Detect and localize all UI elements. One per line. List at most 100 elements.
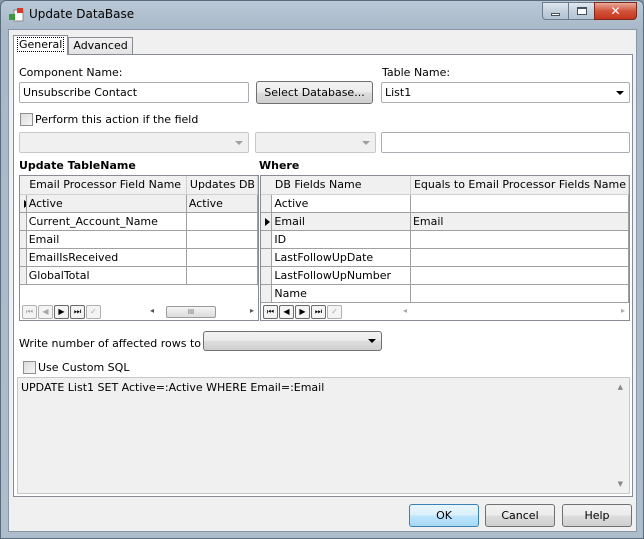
where-grid-table: DB Fields Name Equals to Email Processor…	[261, 176, 629, 303]
row-indicator[interactable]	[261, 194, 273, 213]
tab-general[interactable]: General	[13, 35, 69, 55]
where-grid-hscrollbar[interactable]: ◂ ▸	[401, 305, 627, 319]
cell-field[interactable]: EmailIsReceived	[26, 248, 187, 267]
post-button[interactable]: ✓	[86, 304, 101, 319]
cell-equals[interactable]: Email	[410, 212, 629, 231]
cell-equals[interactable]	[410, 266, 629, 285]
condition-operator-combo[interactable]	[255, 132, 376, 153]
next-record-icon: ▶	[58, 307, 65, 316]
row-indicator[interactable]	[261, 248, 273, 267]
database-update-icon	[9, 8, 24, 22]
tab-general-label: General	[16, 37, 65, 52]
row-indicator[interactable]	[20, 248, 27, 267]
help-button[interactable]: Help	[562, 504, 632, 527]
table-row[interactable]: Current_Account_Name	[20, 212, 258, 231]
scroll-left-icon[interactable]: ◂	[403, 306, 407, 315]
use-custom-sql-checkbox[interactable]	[23, 361, 36, 374]
last-record-button[interactable]: ⏭	[70, 304, 85, 319]
cell-updates[interactable]	[186, 248, 258, 267]
cell-field[interactable]: Email	[26, 230, 187, 249]
condition-value-input[interactable]	[381, 132, 630, 153]
row-indicator[interactable]	[261, 230, 273, 249]
chevron-down-icon	[235, 141, 243, 145]
table-row[interactable]: Email	[20, 230, 258, 249]
sql-text-area[interactable]: UPDATE List1 SET Active=:Active WHERE Em…	[17, 377, 630, 494]
column-header[interactable]: Updates DB	[186, 176, 258, 195]
prior-record-button[interactable]: ◀	[38, 304, 53, 319]
cell-field[interactable]: Email	[271, 212, 411, 231]
caption-buttons: ✕	[542, 2, 637, 20]
last-record-icon: ⏭	[314, 306, 323, 316]
table-row[interactable]: ID	[261, 230, 629, 249]
row-indicator[interactable]	[20, 194, 27, 213]
first-record-button[interactable]: ⏮	[263, 304, 278, 319]
scroll-thumb[interactable]: III	[166, 306, 216, 318]
current-row-icon	[265, 217, 270, 226]
cell-updates[interactable]	[186, 266, 258, 285]
component-name-input[interactable]: Unsubscribe Contact	[19, 82, 249, 103]
row-indicator[interactable]	[261, 284, 273, 303]
cell-updates[interactable]: Active	[186, 194, 258, 213]
row-indicator[interactable]	[261, 266, 273, 285]
cell-field[interactable]: GlobalTotal	[26, 266, 187, 285]
cell-equals[interactable]	[410, 284, 629, 303]
cell-field[interactable]: LastFollowUpNumber	[271, 266, 411, 285]
table-row[interactable]: Email Email	[261, 212, 629, 231]
cell-field[interactable]: Current_Account_Name	[26, 212, 187, 231]
cell-equals[interactable]	[410, 194, 629, 213]
table-row[interactable]: GlobalTotal	[20, 266, 258, 285]
last-record-icon: ⏭	[73, 306, 82, 316]
cell-field[interactable]: LastFollowUpDate	[271, 248, 411, 267]
row-indicator[interactable]	[20, 212, 27, 231]
cell-field[interactable]: Active	[271, 194, 411, 213]
post-button[interactable]: ✓	[327, 304, 342, 319]
scroll-right-icon[interactable]: ▸	[621, 306, 625, 315]
ok-button[interactable]: OK	[409, 504, 479, 527]
row-indicator[interactable]	[20, 230, 27, 249]
maximize-button[interactable]	[568, 2, 594, 20]
tab-advanced[interactable]: Advanced	[68, 37, 133, 54]
column-header[interactable]: DB Fields Name	[271, 176, 411, 195]
column-header[interactable]: Email Processor Field Name	[26, 176, 187, 195]
table-row[interactable]: Active	[261, 194, 629, 213]
column-header[interactable]: Equals to Email Processor Fields Name	[410, 176, 629, 195]
cancel-button[interactable]: Cancel	[485, 504, 555, 527]
row-indicator[interactable]	[261, 212, 273, 231]
next-record-button[interactable]: ▶	[54, 304, 69, 319]
cell-equals[interactable]	[410, 230, 629, 249]
scroll-up-icon[interactable]: ▲	[618, 383, 623, 391]
last-record-button[interactable]: ⏭	[311, 304, 326, 319]
table-name-combo[interactable]: List1	[381, 82, 630, 103]
cell-equals[interactable]	[410, 248, 629, 267]
update-grid-hscrollbar[interactable]: ◂ III ▸	[148, 305, 256, 319]
cell-updates[interactable]	[186, 212, 258, 231]
write-rows-combo[interactable]	[203, 331, 382, 351]
title-bar[interactable]: Update DataBase ✕	[1, 1, 643, 29]
first-record-button[interactable]: ⏮	[22, 304, 37, 319]
cell-updates[interactable]	[186, 230, 258, 249]
use-custom-sql-label: Use Custom SQL	[38, 361, 130, 374]
table-row[interactable]: Name	[261, 284, 629, 303]
minimize-button[interactable]	[542, 2, 568, 20]
minimize-icon	[551, 12, 560, 16]
perform-action-checkbox[interactable]	[20, 113, 33, 126]
prior-record-button[interactable]: ◀	[279, 304, 294, 319]
select-database-button[interactable]: Select Database...	[256, 81, 373, 104]
row-indicator[interactable]	[20, 266, 27, 285]
scroll-right-icon[interactable]: ▸	[250, 306, 254, 315]
cell-field[interactable]: ID	[271, 230, 411, 249]
dialog-client: General Advanced Component Name: Unsubsc…	[8, 29, 637, 532]
next-record-button[interactable]: ▶	[295, 304, 310, 319]
cell-field[interactable]: Name	[271, 284, 411, 303]
table-row[interactable]: EmailIsReceived	[20, 248, 258, 267]
cell-field[interactable]: Active	[26, 194, 187, 213]
post-checkmark-icon: ✓	[331, 307, 338, 316]
condition-field-combo[interactable]	[19, 132, 249, 153]
close-button[interactable]: ✕	[594, 2, 637, 20]
first-record-icon: ⏮	[25, 306, 34, 316]
scroll-left-icon[interactable]: ◂	[150, 306, 154, 315]
table-row[interactable]: Active Active	[20, 194, 258, 213]
table-row[interactable]: LastFollowUpDate	[261, 248, 629, 267]
table-row[interactable]: LastFollowUpNumber	[261, 266, 629, 285]
scroll-down-icon[interactable]: ▼	[618, 480, 623, 488]
